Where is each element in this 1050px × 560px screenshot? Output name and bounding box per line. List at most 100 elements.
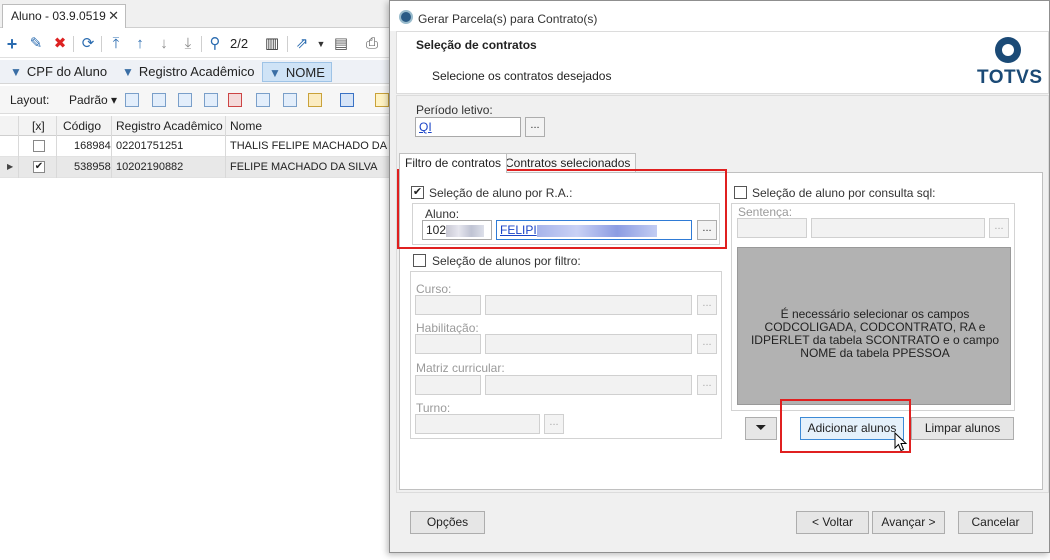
matriz-lookup-button[interactable]: ... bbox=[697, 375, 717, 395]
edit-icon[interactable]: ✎ bbox=[26, 34, 46, 54]
filter-label: NOME bbox=[285, 65, 325, 80]
turno-input[interactable] bbox=[415, 414, 540, 434]
row-checkbox[interactable]: ✔ bbox=[33, 161, 45, 173]
document-tab-title: Aluno - 03.9.0519 bbox=[11, 9, 106, 23]
limpar-alunos-button[interactable]: Limpar alunos bbox=[911, 417, 1014, 440]
download-icon[interactable] bbox=[204, 93, 218, 107]
next-record-icon[interactable]: ↓ bbox=[154, 34, 174, 54]
generate-installments-dialog: Gerar Parcela(s) para Contrato(s) Seleçã… bbox=[389, 0, 1050, 553]
column-header-nome[interactable]: Nome bbox=[230, 119, 262, 133]
columns-icon[interactable]: ▥ bbox=[262, 34, 282, 54]
home-icon[interactable] bbox=[228, 93, 242, 107]
step-subtitle: Selecione os contratos desejados bbox=[432, 69, 612, 83]
curso-label: Curso: bbox=[416, 282, 452, 296]
tab-filtro-contratos[interactable]: Filtro de contratos bbox=[399, 153, 508, 173]
layout-dropdown[interactable]: Padrão ▾ bbox=[69, 93, 117, 107]
grid-view-icon[interactable] bbox=[125, 93, 139, 107]
filter-label: Registro Acadêmico bbox=[138, 64, 255, 79]
form-icon[interactable] bbox=[256, 93, 270, 107]
sentenca-lookup-button[interactable]: ... bbox=[989, 218, 1009, 238]
filter-label: CPF do Aluno bbox=[26, 64, 108, 79]
layout-label: Layout: bbox=[10, 93, 50, 107]
logo-text: TOTVS bbox=[977, 67, 1043, 88]
app-icon bbox=[399, 10, 413, 24]
column-divider bbox=[225, 116, 226, 178]
sql-checkbox-label: Seleção de aluno por consulta sql: bbox=[752, 186, 936, 200]
chevron-down-icon[interactable]: ▼ bbox=[311, 34, 331, 54]
sql-checkbox[interactable] bbox=[734, 186, 747, 199]
toolbar-separator bbox=[287, 36, 288, 52]
table-icon[interactable] bbox=[178, 93, 192, 107]
attachment-icon[interactable]: ⎙ bbox=[362, 34, 382, 54]
toolbar-separator bbox=[201, 36, 202, 52]
table-row[interactable]: 168984 02201751251 THALIS FELIPE MACHADO… bbox=[0, 136, 400, 157]
grid-header: [x] Código Registro Acadêmico Nome bbox=[0, 116, 390, 136]
column-divider bbox=[56, 116, 57, 178]
sum-icon[interactable] bbox=[283, 93, 297, 107]
cell-nome: THALIS FELIPE MACHADO DA SI bbox=[230, 140, 400, 152]
cancelar-button[interactable]: Cancelar bbox=[958, 511, 1033, 534]
habilitacao-name-input[interactable] bbox=[485, 334, 692, 354]
wizard-header: Seleção de contratos Selecione os contra… bbox=[396, 31, 1049, 94]
curso-name-input[interactable] bbox=[485, 295, 692, 315]
totvs-logo: TOTVS bbox=[977, 37, 1043, 93]
column-header-codigo[interactable]: Código bbox=[63, 119, 101, 133]
sentenca-name-input[interactable] bbox=[811, 218, 985, 238]
avancar-button[interactable]: Avançar > bbox=[872, 511, 945, 534]
add-icon[interactable]: + bbox=[2, 34, 22, 54]
column-header-registro[interactable]: Registro Acadêmico bbox=[116, 119, 223, 133]
matriz-label: Matriz curricular: bbox=[416, 361, 505, 375]
cell-registro: 10202190882 bbox=[116, 161, 184, 173]
export-icon[interactable]: ⇗ bbox=[292, 34, 312, 54]
filter-nome[interactable]: ▼ NOME bbox=[262, 62, 332, 82]
dialog-title: Gerar Parcela(s) para Contrato(s) bbox=[418, 12, 598, 26]
curso-code-input[interactable] bbox=[415, 295, 481, 315]
report-icon[interactable]: ▤ bbox=[331, 34, 351, 54]
periodo-input[interactable]: QI bbox=[415, 117, 521, 137]
filtro-checkbox-label: Seleção de alunos por filtro: bbox=[432, 254, 581, 268]
filtro-checkbox[interactable] bbox=[413, 254, 426, 267]
record-pager: 2/2 bbox=[230, 36, 249, 51]
cell-codigo: 538958 bbox=[74, 161, 111, 173]
previous-record-icon[interactable]: ↑ bbox=[130, 34, 150, 54]
last-record-icon[interactable]: ⤓ bbox=[178, 34, 198, 54]
folder-icon[interactable] bbox=[308, 93, 322, 107]
dialog-titlebar[interactable]: Gerar Parcela(s) para Contrato(s) bbox=[390, 1, 1049, 31]
save-layout-icon[interactable] bbox=[152, 93, 166, 107]
chart-icon[interactable] bbox=[340, 93, 354, 107]
cell-nome: FELIPE MACHADO DA SILVA bbox=[230, 161, 378, 173]
curso-lookup-button[interactable]: ... bbox=[697, 295, 717, 315]
step-title: Seleção de contratos bbox=[416, 38, 537, 52]
table-row[interactable]: ▶ ✔ 538958 10202190882 FELIPE MACHADO DA… bbox=[0, 157, 390, 178]
row-checkbox[interactable] bbox=[33, 140, 45, 152]
row-indicator-icon: ▶ bbox=[7, 162, 14, 171]
habilitacao-lookup-button[interactable]: ... bbox=[697, 334, 717, 354]
column-divider bbox=[111, 116, 112, 178]
periodo-label: Período letivo: bbox=[416, 103, 493, 117]
cell-registro: 02201751251 bbox=[116, 140, 184, 152]
document-tab-aluno[interactable]: Aluno - 03.9.0519 ✕ bbox=[2, 4, 126, 28]
refresh-icon[interactable]: ⟳ bbox=[78, 34, 98, 54]
toolbar-separator bbox=[73, 36, 74, 52]
close-icon[interactable]: ✕ bbox=[108, 8, 119, 24]
habilitacao-code-input[interactable] bbox=[415, 334, 481, 354]
matriz-code-input[interactable] bbox=[415, 375, 481, 395]
highlight-icon[interactable] bbox=[375, 93, 389, 107]
opcoes-button[interactable]: Opções bbox=[410, 511, 485, 534]
search-icon[interactable]: ⚲ bbox=[205, 34, 225, 54]
filter-icon[interactable]: ⏷ bbox=[745, 417, 777, 440]
filter-cpf[interactable]: ▼ CPF do Aluno bbox=[4, 62, 113, 82]
filter-registro[interactable]: ▼ Registro Acadêmico bbox=[116, 62, 261, 82]
periodo-lookup-button[interactable]: ... bbox=[525, 117, 545, 137]
column-header-select[interactable]: [x] bbox=[32, 119, 45, 133]
voltar-button[interactable]: < Voltar bbox=[796, 511, 869, 534]
first-record-icon[interactable]: ⤒ bbox=[106, 34, 126, 54]
filter-icon: ▼ bbox=[122, 65, 134, 79]
matriz-name-input[interactable] bbox=[485, 375, 692, 395]
logo-mark bbox=[995, 37, 1021, 63]
delete-icon[interactable]: ✖ bbox=[50, 34, 70, 54]
add-button-highlight bbox=[780, 399, 911, 453]
sentenca-code-input[interactable] bbox=[737, 218, 807, 238]
turno-lookup-button[interactable]: ... bbox=[544, 414, 564, 434]
column-divider bbox=[18, 116, 19, 178]
